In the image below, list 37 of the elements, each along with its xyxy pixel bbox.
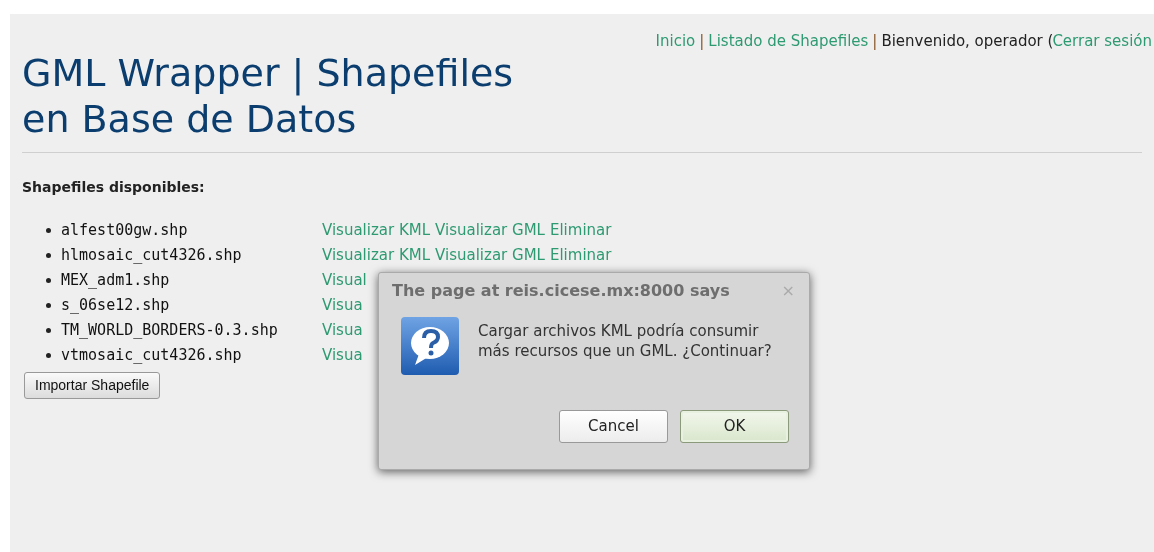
shapefile-name: hlmosaic_cut4326.shp — [61, 245, 243, 267]
bullet — [46, 328, 51, 333]
bullet — [46, 253, 51, 258]
nav-separator: | — [872, 31, 878, 52]
bullet — [46, 278, 51, 283]
action-link[interactable]: Visualizar GML — [435, 244, 545, 267]
action-link[interactable]: Visualizar KML — [322, 219, 431, 242]
action-link[interactable]: Visualizar KML — [322, 244, 431, 267]
shapefile-name: MEX_adm1.shp — [61, 270, 171, 292]
welcome-text: Bienvenido, operador ( — [881, 31, 1054, 52]
shapefile-name: alfest00gw.shp — [61, 220, 189, 242]
action-link[interactable]: Visualizar GML — [435, 219, 545, 242]
action-link[interactable]: Visual — [322, 269, 367, 292]
bullet — [46, 353, 51, 358]
nav-link[interactable]: Inicio — [655, 30, 696, 53]
shapefile-name: s_06se12.shp — [61, 295, 171, 317]
shapefile-name: TM_WORLD_BORDERS-0.3.shp — [61, 320, 279, 342]
action-link[interactable]: Visua — [322, 344, 363, 367]
action-link[interactable]: Eliminar — [549, 219, 612, 242]
page-title: GML Wrapper | Shapefiles en Base de Datos — [22, 50, 515, 142]
nav-link[interactable]: Cerrar sesión — [1052, 30, 1152, 53]
dialog-title: The page at reis.cicese.mx:8000 says — [392, 280, 730, 302]
dialog-message: Cargar archivos KML podría consumir más recursos que un GML. ¿Continuar? — [478, 321, 773, 362]
nav-link[interactable]: Listado de Shapefiles — [708, 30, 869, 53]
section-heading: Shapefiles disponibles: — [22, 178, 205, 197]
import-button[interactable]: Importar Shapefile — [24, 372, 161, 399]
action-link[interactable]: Visua — [322, 319, 363, 342]
action-link[interactable]: Visua — [322, 294, 363, 317]
question-icon — [401, 317, 459, 375]
shapefile-name: vtmosaic_cut4326.shp — [61, 345, 243, 367]
nav-separator: | — [699, 31, 705, 52]
bullet — [46, 303, 51, 308]
action-link[interactable]: Eliminar — [549, 244, 612, 267]
close-button[interactable]: × — [781, 283, 795, 299]
cancel-button[interactable]: Cancel — [559, 410, 668, 443]
ok-button[interactable]: OK — [680, 410, 789, 443]
bullet — [46, 228, 51, 233]
